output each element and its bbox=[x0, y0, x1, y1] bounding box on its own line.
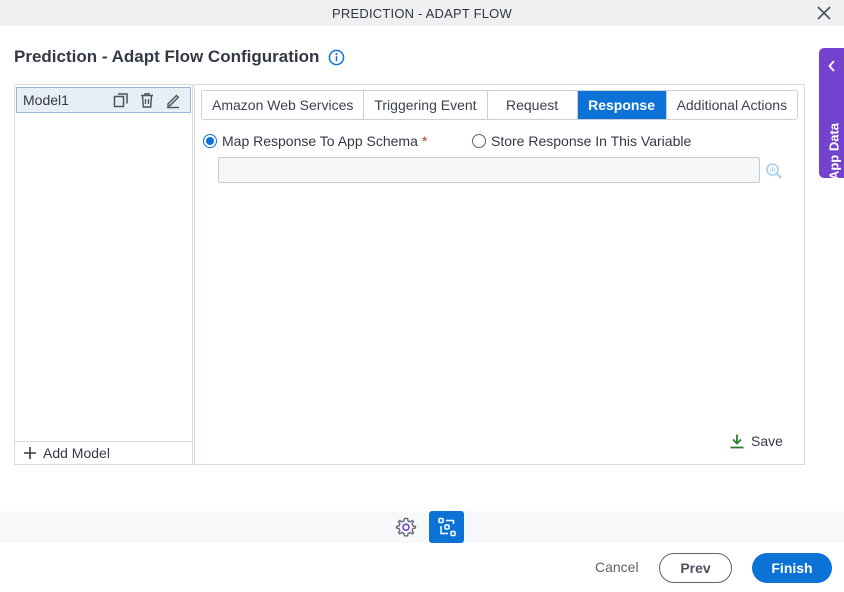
search-chart-icon[interactable] bbox=[765, 162, 783, 180]
flow-diagram-button[interactable] bbox=[429, 511, 464, 543]
close-icon[interactable] bbox=[814, 3, 834, 23]
plus-icon bbox=[24, 447, 36, 459]
store-response-radio[interactable] bbox=[472, 134, 486, 148]
gear-icon[interactable] bbox=[395, 516, 417, 538]
app-schema-input[interactable] bbox=[218, 157, 760, 183]
tab-triggering-event[interactable]: Triggering Event bbox=[364, 91, 488, 119]
finish-button[interactable]: Finish bbox=[752, 553, 832, 583]
model-list-panel: Model1 Add Model bbox=[14, 84, 193, 465]
bottom-toolbar bbox=[0, 511, 844, 543]
window-title: PREDICTION - ADAPT FLOW bbox=[332, 5, 512, 21]
edit-icon[interactable] bbox=[164, 91, 182, 109]
delete-icon[interactable] bbox=[138, 91, 156, 109]
model-item[interactable]: Model1 bbox=[16, 87, 191, 113]
tab-response[interactable]: Response bbox=[577, 91, 667, 119]
page-title-text: Prediction - Adapt Flow Configuration bbox=[14, 47, 320, 66]
page-title: Prediction - Adapt Flow Configuration bbox=[14, 47, 345, 67]
model-name: Model1 bbox=[23, 92, 69, 108]
prev-button[interactable]: Prev bbox=[659, 553, 732, 583]
save-label: Save bbox=[751, 433, 783, 449]
app-data-label: App Data bbox=[826, 122, 842, 181]
save-button[interactable]: Save bbox=[729, 433, 783, 449]
required-marker: * bbox=[421, 133, 428, 149]
download-icon bbox=[730, 434, 744, 449]
cancel-button[interactable]: Cancel bbox=[595, 559, 639, 575]
tab-request[interactable]: Request bbox=[487, 91, 578, 119]
title-bar: PREDICTION - ADAPT FLOW bbox=[0, 0, 844, 26]
store-response-option[interactable]: Store Response In This Variable bbox=[472, 133, 691, 149]
flow-diagram-icon bbox=[437, 517, 456, 537]
configuration-panel: Amazon Web Services Triggering Event Req… bbox=[194, 84, 805, 465]
add-model-label: Add Model bbox=[43, 445, 110, 461]
map-response-label: Map Response To App Schema bbox=[222, 133, 418, 149]
info-icon[interactable] bbox=[328, 49, 345, 66]
add-model-button[interactable]: Add Model bbox=[15, 441, 192, 464]
tab-bar: Amazon Web Services Triggering Event Req… bbox=[201, 90, 799, 120]
app-data-panel-toggle[interactable]: App Data bbox=[819, 48, 844, 180]
map-response-option[interactable]: Map Response To App Schema * bbox=[203, 133, 427, 149]
copy-icon[interactable] bbox=[112, 91, 130, 109]
map-response-radio[interactable] bbox=[203, 134, 217, 148]
tab-additional-actions[interactable]: Additional Actions bbox=[666, 91, 798, 119]
store-response-label: Store Response In This Variable bbox=[491, 133, 692, 149]
tab-amazon-web-services[interactable]: Amazon Web Services bbox=[202, 91, 365, 119]
chevron-left-icon bbox=[828, 60, 835, 72]
